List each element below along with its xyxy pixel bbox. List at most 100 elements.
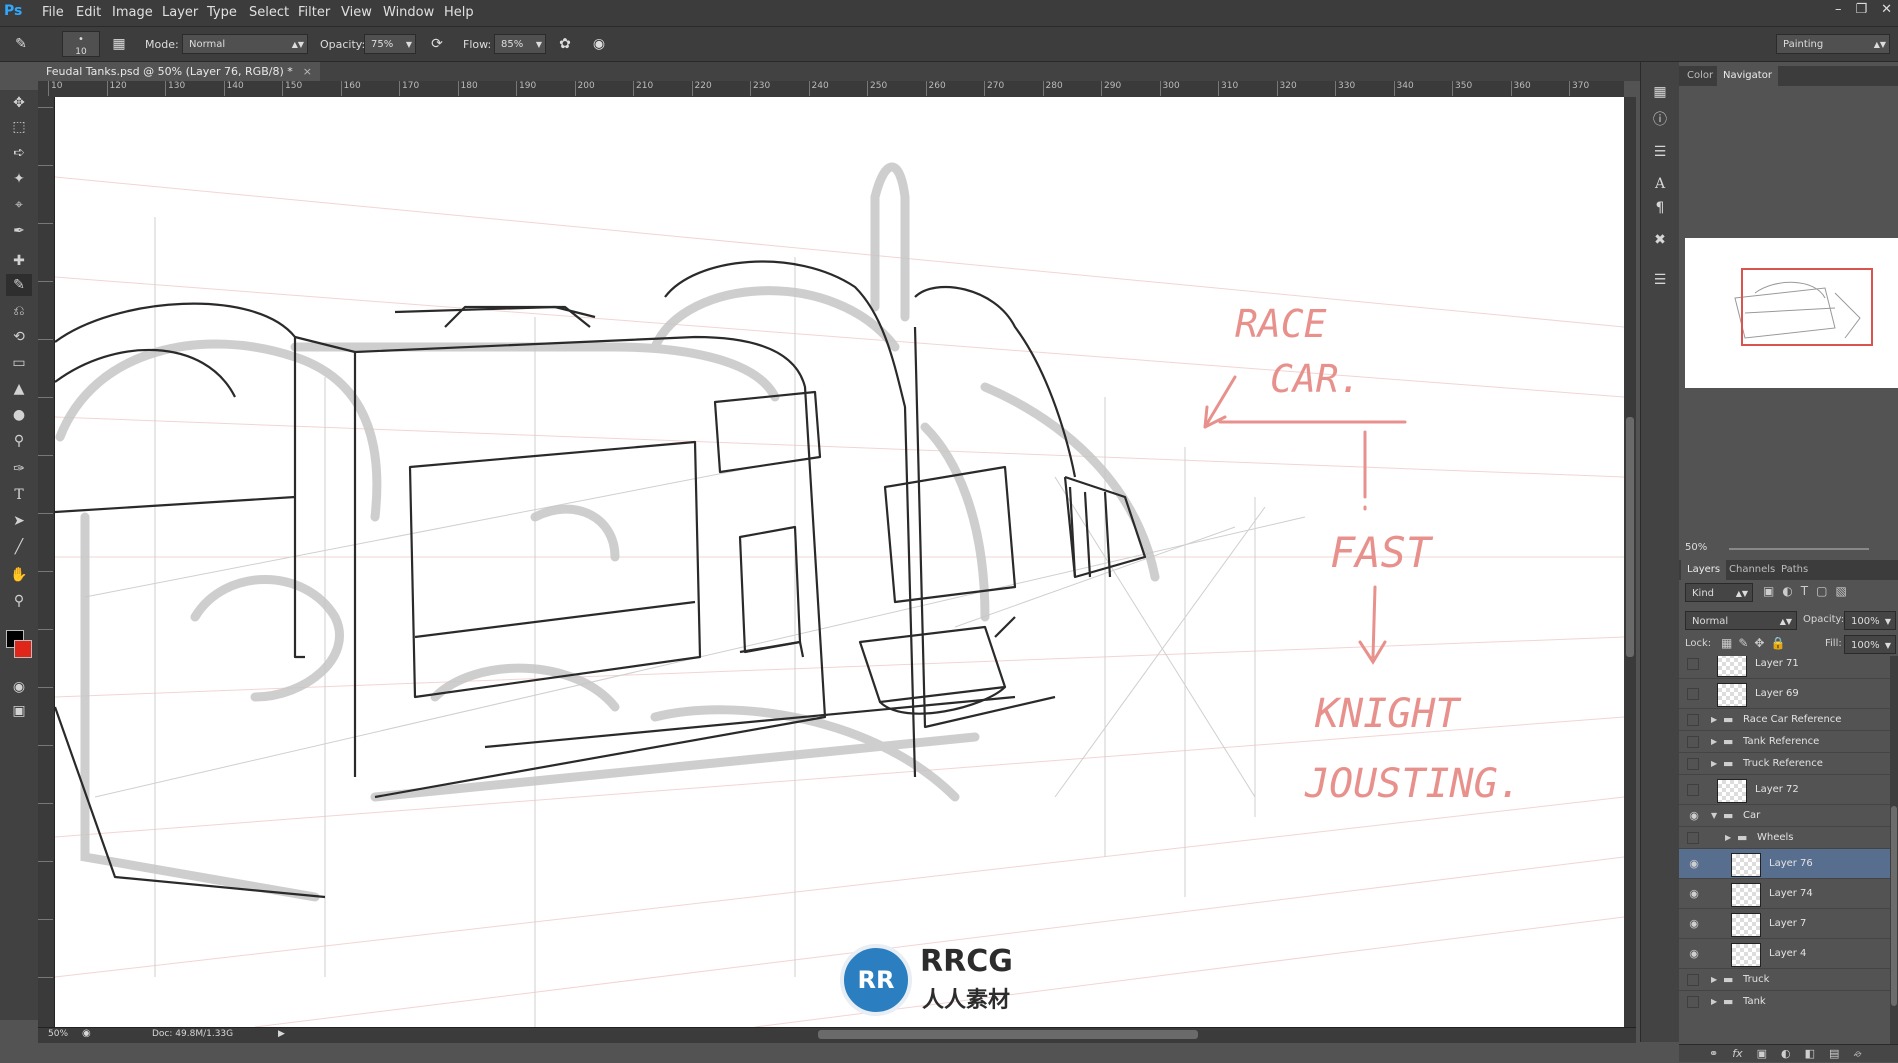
new-layer-icon[interactable]: ▤	[1829, 1045, 1839, 1062]
layer-group-row[interactable]: ▶ ▬ Truck	[1679, 968, 1890, 990]
layer-row[interactable]: ◉ Layer 7	[1679, 908, 1890, 938]
brush-tool-icon[interactable]: ✎	[10, 34, 32, 54]
eraser-tool-icon[interactable]: ▭	[6, 352, 32, 374]
visibility-eye-icon[interactable]	[1687, 757, 1699, 770]
tab-navigator[interactable]: Navigator	[1717, 66, 1778, 86]
menu-image[interactable]: Image	[112, 5, 153, 20]
visibility-eye-icon[interactable]	[1687, 783, 1699, 796]
workspace-select[interactable]: Painting ▲▼	[1776, 34, 1890, 54]
mask-icon[interactable]: ▣	[1757, 1045, 1767, 1062]
line-tool-icon[interactable]: ╱	[6, 536, 32, 558]
layer-filter-kind[interactable]: Kind ▲▼	[1685, 583, 1753, 602]
navigator-view-rectangle[interactable]	[1741, 268, 1873, 346]
visibility-eye-icon[interactable]: ◉	[1687, 857, 1701, 871]
dodge-tool-icon[interactable]: ⚲	[6, 430, 32, 452]
scroll-thumb[interactable]	[1891, 806, 1897, 1006]
expand-right-icon[interactable]: ▶	[1711, 736, 1717, 748]
zoom-tool-icon[interactable]: ⚲	[6, 590, 32, 612]
layer-row[interactable]: ◉ Layer 76	[1679, 848, 1890, 878]
airbrush-icon[interactable]: ✿	[554, 34, 576, 54]
pressure-size-icon[interactable]: ◉	[588, 34, 610, 54]
clone-stamp-tool-icon[interactable]: ⎌	[6, 300, 32, 322]
brush-tool-icon[interactable]: ✎	[6, 274, 32, 296]
brush-preset-picker[interactable]: • 10	[62, 31, 100, 57]
visibility-eye-icon[interactable]	[1687, 687, 1699, 700]
layer-group-row[interactable]: ◉ ▼ ▬ Car	[1679, 804, 1890, 826]
character-panel-icon[interactable]: A	[1649, 174, 1671, 194]
navigator-preview[interactable]	[1685, 238, 1898, 388]
menu-window[interactable]: Window	[383, 5, 434, 20]
path-selection-tool-icon[interactable]: ➤	[6, 510, 32, 532]
layer-opacity-field[interactable]: 100% ▼	[1844, 611, 1896, 630]
menu-type[interactable]: Type	[207, 5, 237, 20]
tab-channels[interactable]: Channels	[1723, 560, 1781, 580]
menu-edit[interactable]: Edit	[76, 5, 101, 20]
type-tool-icon[interactable]: T	[6, 484, 32, 506]
menu-filter[interactable]: Filter	[298, 5, 330, 20]
background-color-swatch[interactable]	[14, 640, 32, 658]
pen-tool-icon[interactable]: ✑	[6, 458, 32, 480]
screen-mode-icon[interactable]: ▣	[6, 700, 32, 722]
vertical-scrollbar[interactable]	[1624, 97, 1636, 1027]
brush-panel-toggle-icon[interactable]: ▦	[108, 34, 130, 54]
menu-layer[interactable]: Layer	[162, 5, 198, 20]
layers-scrollbar[interactable]	[1890, 656, 1898, 1044]
blur-tool-icon[interactable]: ●	[6, 404, 32, 426]
paint-bucket-tool-icon[interactable]: ▲	[6, 378, 32, 400]
expand-right-icon[interactable]: ▶	[1711, 714, 1717, 726]
layer-group-row[interactable]: ▶ ▬ Tank Reference	[1679, 730, 1890, 752]
layer-group-row[interactable]: ▶ ▬ Truck Reference	[1679, 752, 1890, 774]
menu-help[interactable]: Help	[444, 5, 474, 20]
canvas[interactable]: RACE CAR. FAST KNIGHT JOUSTING.	[55, 97, 1624, 1027]
crop-tool-icon[interactable]: ⌖	[6, 194, 32, 216]
visibility-eye-icon[interactable]: ◉	[1687, 947, 1701, 961]
move-tool-icon[interactable]: ✥	[6, 92, 32, 114]
link-icon[interactable]: ⚭	[1709, 1045, 1718, 1062]
lasso-tool-icon[interactable]: ➪	[6, 142, 32, 164]
fx-icon[interactable]: fx	[1732, 1045, 1742, 1062]
hand-tool-icon[interactable]: ✋	[6, 564, 32, 586]
restore-icon[interactable]: ❐	[1855, 2, 1867, 24]
pressure-opacity-icon[interactable]: ⟳	[426, 34, 448, 54]
lock-icons[interactable]: ▦✎✥🔒	[1721, 636, 1791, 650]
layer-group-row[interactable]: ▶ ▬ Race Car Reference	[1679, 708, 1890, 730]
eyedropper-tool-icon[interactable]: ✒	[6, 220, 32, 242]
brush-presets-icon[interactable]: ☰	[1649, 270, 1671, 290]
visibility-eye-icon[interactable]	[1687, 831, 1699, 844]
info-panel-icon[interactable]: ⓘ	[1649, 110, 1671, 130]
horizontal-scroll-thumb[interactable]	[818, 1030, 1198, 1039]
expand-right-icon[interactable]: ▶	[1711, 996, 1717, 1008]
marquee-tool-icon[interactable]: ⬚	[6, 116, 32, 138]
navigator-zoom[interactable]: 50%	[1685, 542, 1707, 553]
close-tab-icon[interactable]: ×	[303, 65, 312, 78]
layer-group-row[interactable]: ▶ ▬ Tank	[1679, 990, 1890, 1012]
visibility-eye-icon[interactable]	[1687, 713, 1699, 726]
status-menu-icon[interactable]: ◉	[82, 1028, 91, 1039]
tools-presets-icon[interactable]: ✖	[1649, 230, 1671, 250]
layer-row[interactable]: Layer 71	[1679, 656, 1890, 678]
layer-row[interactable]: ◉ Layer 4	[1679, 938, 1890, 968]
history-panel-icon[interactable]: ▦	[1649, 82, 1671, 102]
paragraph-panel-icon[interactable]: ¶	[1649, 198, 1671, 218]
menu-select[interactable]: Select	[249, 5, 289, 20]
trash-icon[interactable]: ⌮	[1853, 1045, 1861, 1062]
folder-icon[interactable]: ◧	[1805, 1045, 1815, 1062]
close-icon[interactable]: ✕	[1881, 2, 1892, 24]
tab-paths[interactable]: Paths	[1775, 560, 1814, 580]
visibility-eye-icon[interactable]	[1687, 995, 1699, 1008]
adjustment-icon[interactable]: ◐	[1781, 1045, 1791, 1062]
minimize-icon[interactable]: –	[1835, 2, 1842, 24]
tab-color[interactable]: Color	[1681, 66, 1719, 86]
visibility-eye-icon[interactable]: ◉	[1687, 917, 1701, 931]
scroll-thumb[interactable]	[1626, 417, 1634, 657]
menu-view[interactable]: View	[341, 5, 372, 20]
properties-panel-icon[interactable]: ☰	[1649, 142, 1671, 162]
layer-row[interactable]: ◉ Layer 74	[1679, 878, 1890, 908]
expand-right-icon[interactable]: ▶	[1711, 758, 1717, 770]
status-zoom[interactable]: 50%	[48, 1029, 68, 1039]
layer-row[interactable]: Layer 72	[1679, 774, 1890, 804]
expand-down-icon[interactable]: ▼	[1711, 810, 1717, 822]
expand-right-icon[interactable]: ▶	[1711, 974, 1717, 986]
blend-mode-select[interactable]: Normal ▲▼	[1685, 611, 1797, 630]
tab-layers[interactable]: Layers	[1681, 560, 1727, 580]
